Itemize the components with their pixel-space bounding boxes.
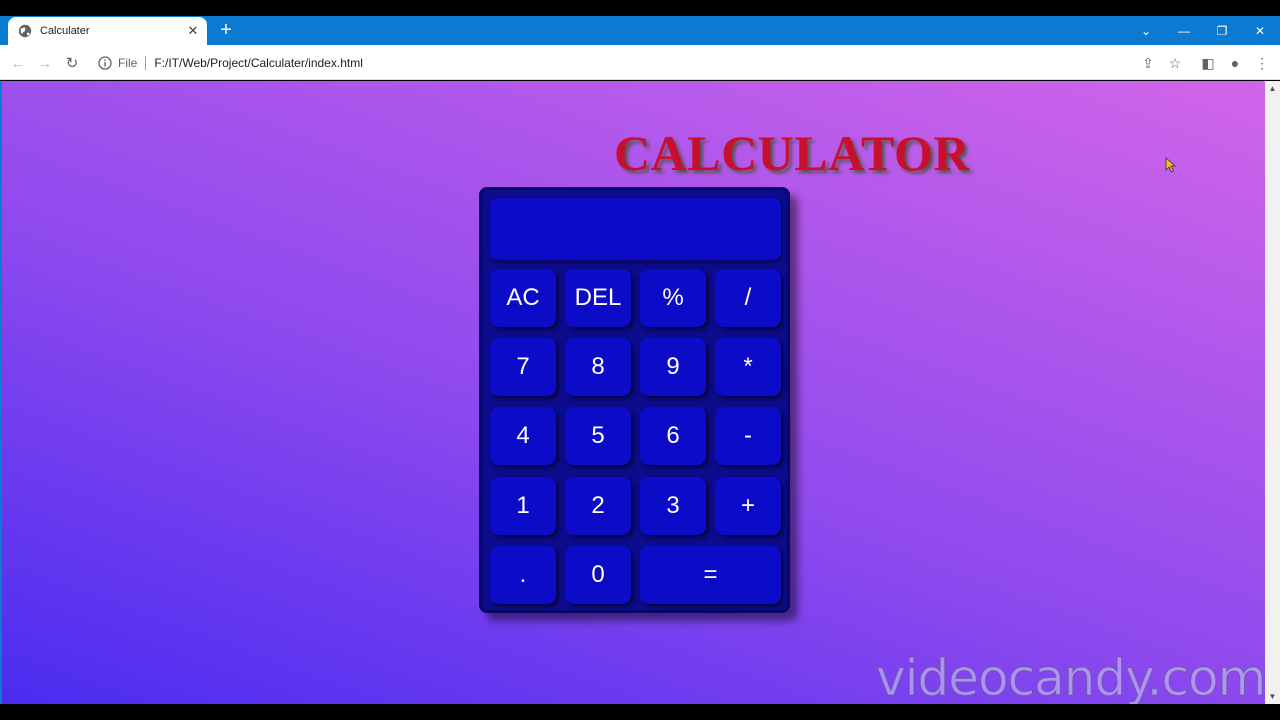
side-panel-icon[interactable]: ◧ xyxy=(1198,53,1218,73)
calculator: AC DEL % / 7 8 9 * 4 5 6 - 1 2 3 + . 0 = xyxy=(479,187,790,613)
mouse-cursor-icon xyxy=(1165,157,1177,173)
reload-icon[interactable]: ↻ xyxy=(62,53,82,73)
browser-toolbar: ← → ↻ File F:/IT/Web/Project/Calculater/… xyxy=(0,45,1280,80)
menu-icon[interactable]: ⋮ xyxy=(1252,53,1272,73)
bookmark-star-icon[interactable]: ☆ xyxy=(1165,53,1185,73)
key-8[interactable]: 8 xyxy=(565,338,631,396)
url-text[interactable]: F:/IT/Web/Project/Calculater/index.html xyxy=(154,56,363,70)
key-percent[interactable]: % xyxy=(640,269,706,327)
tab-title: Calculater xyxy=(40,25,90,37)
key-del[interactable]: DEL xyxy=(565,269,631,327)
key-divide[interactable]: / xyxy=(715,269,781,327)
top-frame xyxy=(0,0,1280,16)
key-0[interactable]: 0 xyxy=(565,546,631,604)
restore-icon[interactable]: ❐ xyxy=(1203,16,1241,45)
key-7[interactable]: 7 xyxy=(490,338,556,396)
forward-icon[interactable]: → xyxy=(35,53,55,73)
key-equals[interactable]: = xyxy=(640,546,781,604)
tab-search-dropdown-icon[interactable]: ⌄ xyxy=(1127,16,1165,45)
key-9[interactable]: 9 xyxy=(640,338,706,396)
bottom-frame xyxy=(0,704,1280,720)
key-1[interactable]: 1 xyxy=(490,477,556,535)
tab-close-icon[interactable]: ✕ xyxy=(185,23,201,39)
scheme-label: File xyxy=(118,55,138,70)
profile-avatar-icon[interactable]: ● xyxy=(1225,53,1245,73)
key-2[interactable]: 2 xyxy=(565,477,631,535)
key-add[interactable]: + xyxy=(715,477,781,535)
globe-icon xyxy=(18,24,32,38)
close-window-icon[interactable]: ✕ xyxy=(1241,16,1279,45)
omnibox-divider xyxy=(145,55,147,70)
key-subtract[interactable]: - xyxy=(715,407,781,465)
key-6[interactable]: 6 xyxy=(640,407,706,465)
key-4[interactable]: 4 xyxy=(490,407,556,465)
new-tab-button[interactable]: + xyxy=(216,20,236,41)
key-ac[interactable]: AC xyxy=(490,269,556,327)
back-icon[interactable]: ← xyxy=(8,53,28,73)
key-decimal[interactable]: . xyxy=(490,546,556,604)
page-viewport: CALCULATOR AC DEL % / 7 8 9 * 4 5 6 - 1 … xyxy=(2,81,1265,704)
vertical-scrollbar[interactable]: ▲ ▼ xyxy=(1265,81,1280,704)
share-icon[interactable]: ⇪ xyxy=(1138,53,1158,73)
watermark-logo: videocandy.com xyxy=(875,649,1265,705)
address-bar[interactable]: File F:/IT/Web/Project/Calculater/index.… xyxy=(90,50,1130,75)
page-heading: CALCULATOR xyxy=(614,125,970,181)
key-5[interactable]: 5 xyxy=(565,407,631,465)
minimize-icon[interactable]: — xyxy=(1165,16,1203,45)
browser-tab[interactable]: Calculater ✕ xyxy=(8,17,207,45)
key-3[interactable]: 3 xyxy=(640,477,706,535)
info-icon[interactable] xyxy=(98,55,112,70)
scroll-up-arrow-icon[interactable]: ▲ xyxy=(1268,84,1277,93)
tab-strip: Calculater ✕ + xyxy=(0,16,1280,45)
calculator-display[interactable] xyxy=(490,198,781,260)
key-multiply[interactable]: * xyxy=(715,338,781,396)
scroll-down-arrow-icon[interactable]: ▼ xyxy=(1268,692,1277,701)
